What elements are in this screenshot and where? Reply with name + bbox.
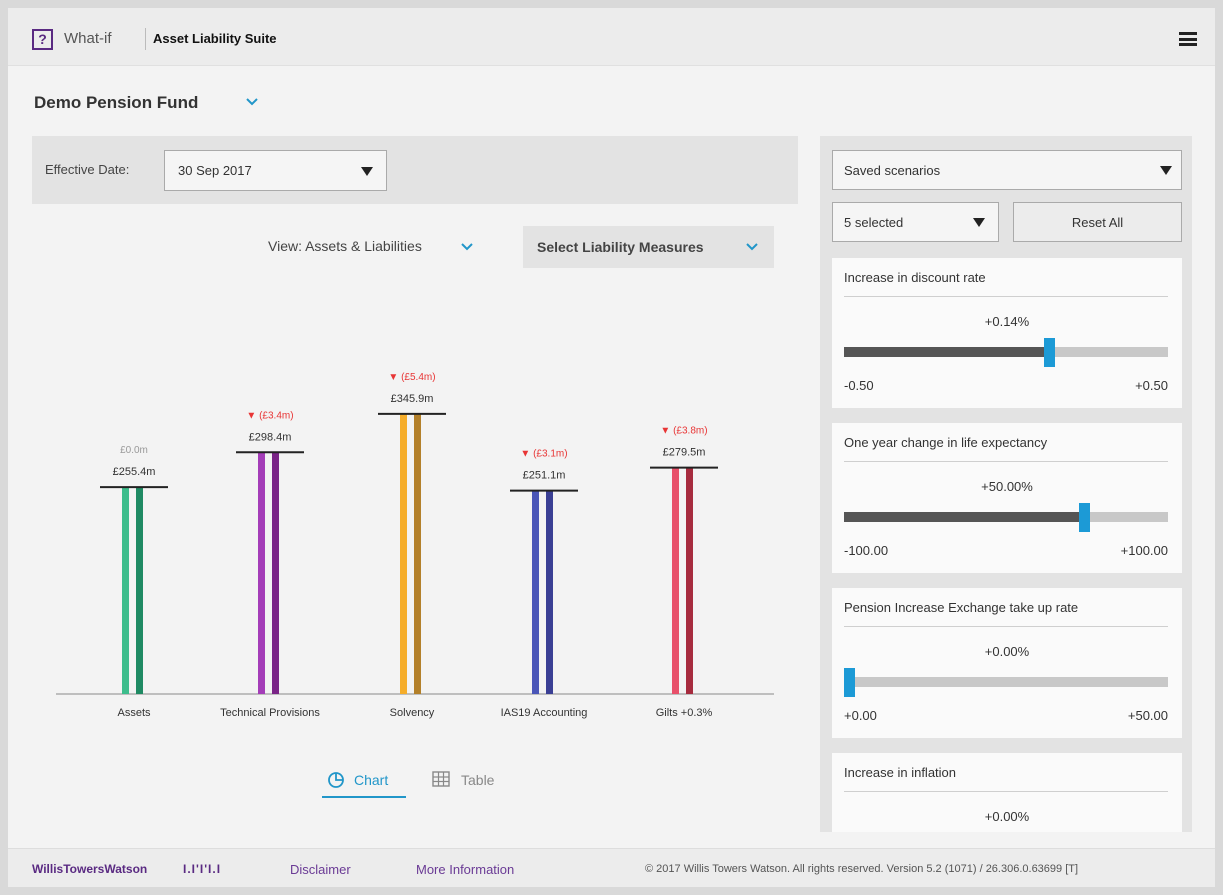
chart-panel: Effective Date: 30 Sep 2017 View: Assets… bbox=[32, 136, 798, 798]
slider-min: -100.00 bbox=[844, 543, 889, 558]
slider-thumb[interactable] bbox=[1078, 503, 1090, 532]
saved-scenarios-select[interactable]: Saved scenarios bbox=[832, 150, 1182, 190]
category-label: Gilts +0.3% bbox=[656, 707, 713, 719]
bar-current bbox=[532, 490, 539, 694]
slider-value: +0.00% bbox=[984, 644, 1030, 659]
value-label: £255.4m bbox=[113, 466, 156, 478]
brand-mark: I.I'I'I.I bbox=[183, 862, 222, 876]
slider-min: +0.00 bbox=[844, 708, 877, 723]
view-toggle: Chart Table bbox=[322, 768, 532, 798]
slider-max: +50.00 bbox=[1127, 708, 1168, 723]
bar-current bbox=[258, 452, 265, 694]
more-information-link[interactable]: More Information bbox=[416, 862, 514, 877]
slider-title: Increase in inflation bbox=[844, 765, 957, 780]
change-label: £0.0m bbox=[120, 445, 148, 456]
bar-current bbox=[122, 487, 129, 694]
slider-card: Pension Increase Exchange take up rate +… bbox=[832, 588, 1182, 738]
slider-track[interactable] bbox=[844, 347, 1168, 357]
chart-view-label: Chart bbox=[354, 772, 389, 788]
bar-scenario bbox=[686, 467, 693, 694]
change-label: ▼ (£3.8m) bbox=[660, 426, 707, 437]
scenario-panel: Saved scenarios 5 selected Reset All Inc… bbox=[820, 136, 1192, 832]
reset-all-label: Reset All bbox=[1071, 215, 1124, 230]
help-logo-icon[interactable]: ? bbox=[32, 29, 53, 50]
suite-name: Asset Liability Suite bbox=[153, 31, 277, 46]
liability-bar-chart: £255.4m £0.0m Assets £298.4m ▼ (£3.4m) Techni… bbox=[56, 372, 774, 719]
app-window: ? What-if Asset Liability Suite Demo Pen… bbox=[8, 8, 1215, 887]
table-view-label: Table bbox=[461, 772, 495, 788]
slider-title: Pension Increase Exchange take up rate bbox=[844, 600, 1079, 615]
bar-scenario bbox=[546, 490, 553, 694]
slider-track[interactable] bbox=[844, 512, 1168, 522]
category-label: IAS19 Accounting bbox=[501, 707, 588, 719]
top-bar: ? What-if Asset Liability Suite bbox=[8, 8, 1215, 66]
change-label: ▼ (£5.4m) bbox=[388, 372, 435, 383]
selected-count-label: 5 selected bbox=[844, 215, 904, 230]
divider bbox=[844, 461, 1168, 462]
slider-fill bbox=[844, 347, 1052, 357]
footer: WillisTowersWatson I.I'I'I.I Disclaimer … bbox=[8, 848, 1215, 887]
fund-name[interactable]: Demo Pension Fund bbox=[34, 93, 198, 113]
bar-current bbox=[400, 413, 407, 694]
bar-scenario bbox=[136, 487, 143, 694]
bar-scenario bbox=[272, 452, 279, 694]
value-label: £251.1m bbox=[523, 470, 566, 482]
value-label: £345.9m bbox=[391, 393, 434, 405]
change-label: ▼ (£3.1m) bbox=[520, 449, 567, 460]
app-name: What-if bbox=[64, 30, 112, 47]
caret-down-icon bbox=[1160, 166, 1172, 175]
hamburger-menu-icon[interactable] bbox=[1179, 32, 1197, 46]
category-label: Solvency bbox=[390, 707, 435, 719]
copyright-text: © 2017 Willis Towers Watson. All rights … bbox=[645, 863, 1079, 875]
change-label: ▼ (£3.4m) bbox=[246, 410, 293, 421]
value-label: £279.5m bbox=[663, 447, 706, 459]
caret-down-icon bbox=[973, 218, 985, 227]
reset-all-button[interactable]: Reset All bbox=[1013, 202, 1182, 242]
bar-current bbox=[672, 467, 679, 694]
slider-min: -0.50 bbox=[844, 378, 874, 393]
bar-scenario bbox=[414, 413, 421, 694]
header-divider bbox=[145, 28, 146, 50]
pie-chart-icon bbox=[328, 772, 344, 788]
slider-value: +0.00% bbox=[984, 809, 1030, 824]
slider-track[interactable] bbox=[844, 677, 1168, 687]
category-label: Assets bbox=[117, 707, 151, 719]
slider-value: +50.00% bbox=[981, 479, 1033, 494]
slider-max: +0.50 bbox=[1135, 378, 1168, 393]
brand-logo: WillisTowersWatson bbox=[32, 862, 148, 876]
slider-card: One year change in life expectancy +50.0… bbox=[832, 423, 1182, 573]
divider bbox=[844, 791, 1168, 792]
value-label: £298.4m bbox=[249, 431, 292, 443]
divider bbox=[844, 296, 1168, 297]
slider-title: One year change in life expectancy bbox=[844, 435, 1048, 450]
chart-view-tab[interactable]: Chart bbox=[322, 768, 406, 798]
saved-scenarios-label: Saved scenarios bbox=[844, 163, 941, 178]
fund-chevron-down-icon[interactable] bbox=[245, 95, 259, 109]
disclaimer-link[interactable]: Disclaimer bbox=[290, 862, 351, 877]
slider-title: Increase in discount rate bbox=[844, 270, 986, 285]
slider-thumb[interactable] bbox=[1044, 338, 1056, 367]
table-grid-icon bbox=[432, 771, 450, 787]
slider-max: +100.00 bbox=[1120, 543, 1168, 558]
slider-thumb[interactable] bbox=[844, 668, 855, 697]
slider-fill bbox=[844, 512, 1087, 522]
divider bbox=[844, 626, 1168, 627]
table-view-tab[interactable]: Table bbox=[432, 768, 516, 798]
slider-card: Increase in discount rate +0.14% -0.50 +… bbox=[832, 258, 1182, 408]
category-label: Technical Provisions bbox=[220, 707, 320, 719]
slider-card: Increase in inflation +0.00% bbox=[832, 753, 1182, 832]
scenario-selection-select[interactable]: 5 selected bbox=[832, 202, 999, 242]
slider-value: +0.14% bbox=[984, 314, 1030, 329]
